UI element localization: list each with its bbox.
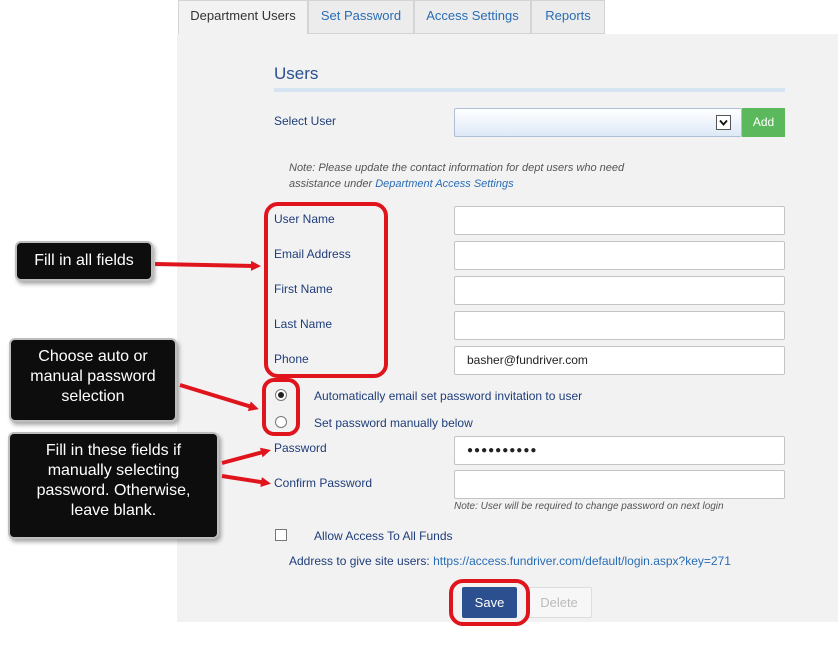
red-arrow-icon xyxy=(154,260,271,488)
